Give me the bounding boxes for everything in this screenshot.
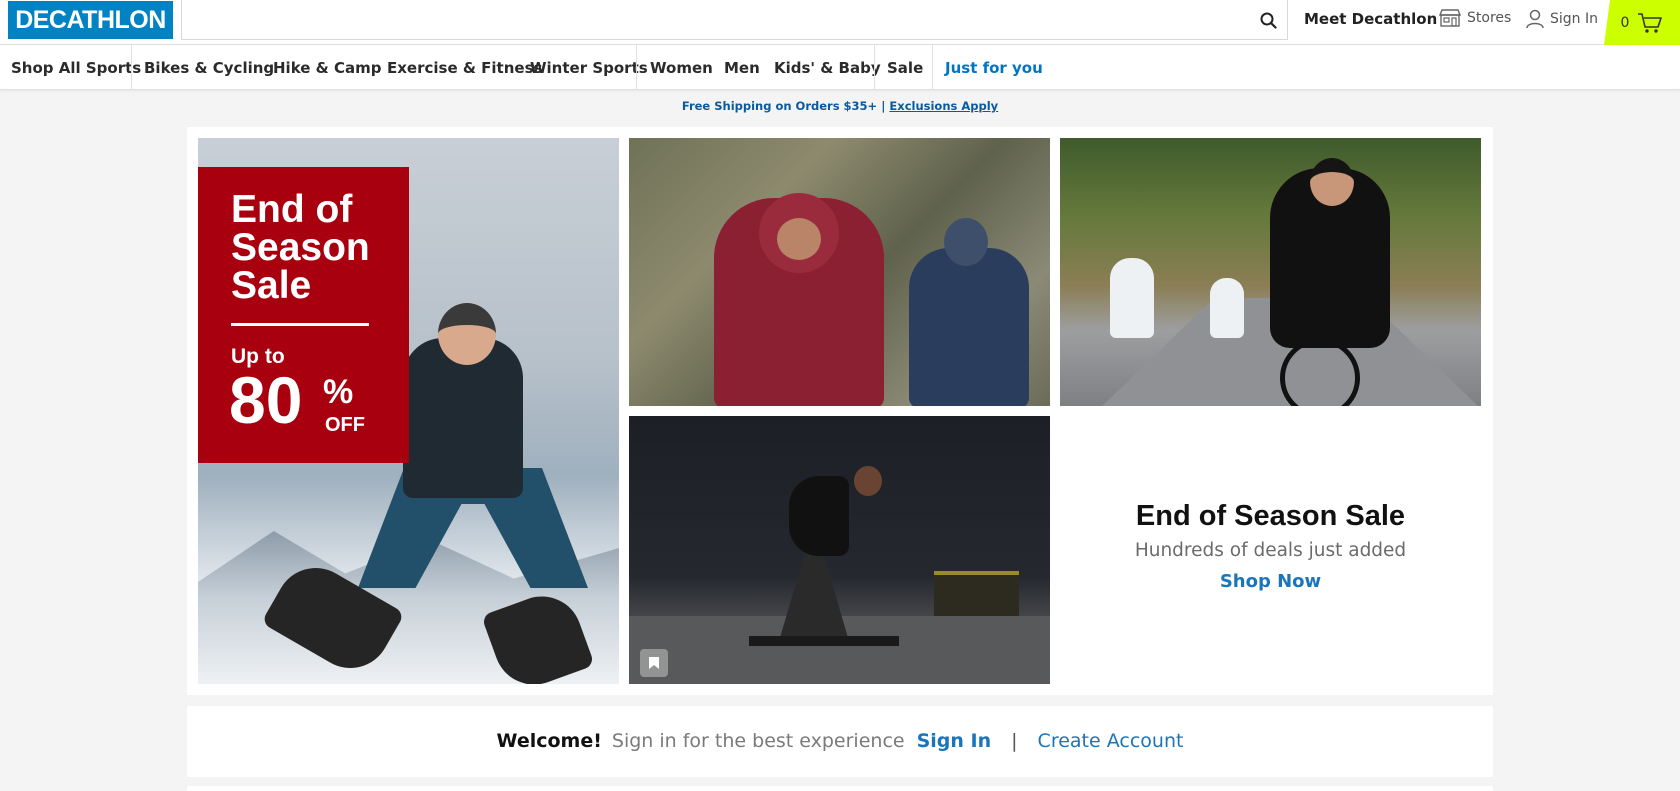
nav-divider (636, 45, 637, 90)
nav-men[interactable]: Men (724, 59, 760, 77)
rider-body (789, 476, 849, 556)
hero-image-exercise-bike[interactable] (629, 416, 1050, 684)
stores-link[interactable]: Stores (1439, 9, 1511, 27)
cart-count: 0 (1620, 14, 1630, 31)
weights-rack (934, 571, 1019, 616)
hiker-2-body (909, 248, 1029, 406)
nav-divider (932, 45, 933, 90)
sign-in-link[interactable]: Sign In (1526, 9, 1598, 29)
nav-winter-sports[interactable]: Winter Sports (530, 59, 648, 77)
nav-bikes-cycling[interactable]: Bikes & Cycling (144, 59, 274, 77)
decathlon-logo[interactable]: DECATHLON (8, 1, 173, 39)
nav-divider (131, 45, 132, 90)
nav-sale[interactable]: Sale (887, 59, 923, 77)
sale-badge-percent-sign: % (323, 373, 354, 411)
hiker-head (438, 303, 496, 365)
search-button[interactable] (1253, 6, 1283, 34)
nav-shop-all-sports[interactable]: Shop All Sports (11, 59, 141, 77)
search-icon (1260, 12, 1277, 29)
top-header: DECATHLON Meet Decathlon Stores Sign In … (0, 0, 1680, 45)
exercise-bike-base (749, 636, 899, 646)
next-section-edge (187, 786, 1493, 791)
cyclist-2 (1110, 258, 1154, 338)
hero-image-hikers[interactable] (629, 138, 1050, 406)
welcome-text: Sign in for the best experience (611, 730, 905, 752)
rider-head (854, 466, 882, 496)
search-bar (181, 0, 1288, 40)
promo-strip: Free Shipping on Orders $35+ | Exclusion… (0, 99, 1680, 113)
category-nav: Shop All Sports Bikes & Cycling Hike & C… (0, 45, 1680, 90)
hero-image-cyclists[interactable] (1060, 138, 1481, 406)
nav-kids-baby[interactable]: Kids' & Baby (774, 59, 881, 77)
nav-just-for-you[interactable]: Just for you (945, 59, 1043, 77)
sale-badge: End of Season Sale Up to 80 % OFF (198, 167, 409, 463)
search-input[interactable] (190, 6, 1230, 32)
nav-divider (874, 45, 875, 90)
sign-in-label: Sign In (1550, 11, 1598, 27)
sale-badge-rule (231, 323, 369, 326)
cyclist-3 (1210, 278, 1244, 338)
hiker-2-head (944, 218, 988, 266)
meet-decathlon-link[interactable]: Meet Decathlon (1304, 10, 1437, 28)
create-account-link[interactable]: Create Account (1038, 730, 1184, 752)
nav-hike-camp[interactable]: Hike & Camp (273, 59, 381, 77)
welcome-greeting: Welcome! (496, 730, 602, 752)
cart-icon (1638, 12, 1663, 33)
stores-label: Stores (1467, 10, 1512, 26)
cyclist-1-head (1310, 158, 1354, 206)
exercise-bike-frame (779, 546, 849, 641)
bookmark-button[interactable] (640, 649, 668, 677)
sale-badge-percent: 80 (229, 363, 303, 437)
hero-banner-snowshoe[interactable]: End of Season Sale Up to 80 % OFF (198, 138, 619, 684)
shop-now-link[interactable]: Shop Now (1060, 571, 1481, 592)
sale-badge-off: OFF (325, 414, 365, 436)
hero-block: End of Season Sale Up to 80 % OFF End of… (187, 127, 1493, 695)
exclusions-link[interactable]: Exclusions Apply (889, 99, 998, 113)
welcome-sign-in-link[interactable]: Sign In (917, 730, 992, 752)
hiker-1-face (777, 218, 821, 260)
nav-women[interactable]: Women (650, 59, 713, 77)
store-icon (1439, 9, 1461, 27)
panel-subtitle: Hundreds of deals just added (1134, 540, 1407, 561)
user-icon (1526, 9, 1544, 29)
bookmark-icon (649, 657, 659, 669)
nav-exercise-fitness[interactable]: Exercise & Fitness (387, 59, 542, 77)
sale-badge-title: End of Season Sale (231, 188, 370, 307)
panel-title: End of Season Sale (1135, 500, 1406, 532)
promo-text: Free Shipping on Orders $35+ | (681, 99, 886, 113)
logo-text: DECATHLON (15, 5, 166, 34)
end-of-season-panel: End of Season Sale Hundreds of deals jus… (1060, 416, 1481, 684)
welcome-separator: | (1011, 730, 1018, 752)
cart-button[interactable]: 0 (1604, 0, 1680, 45)
welcome-bar: Welcome! Sign in for the best experience S… (187, 706, 1493, 777)
